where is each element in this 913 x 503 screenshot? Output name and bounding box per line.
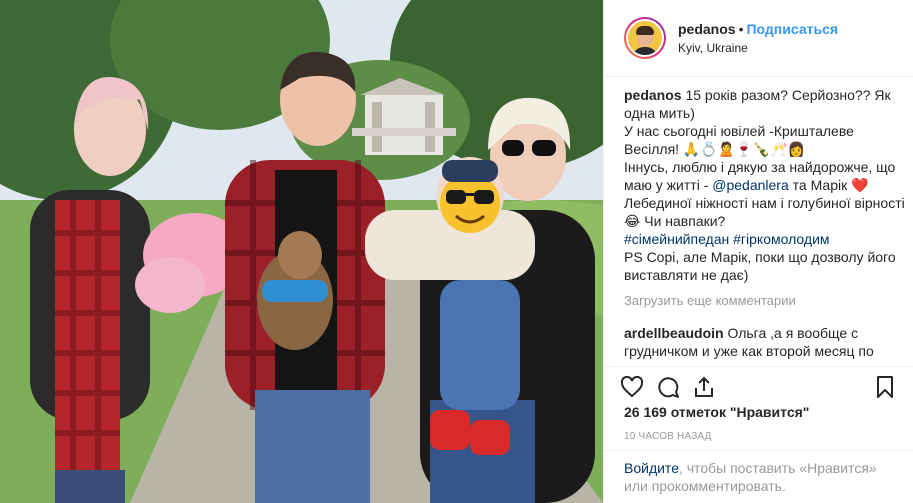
share-arrow-icon[interactable] [692,375,716,399]
post-timestamp[interactable]: 10 часов назад [624,431,712,442]
list-item: ardellbeaudoin Ольга ,а я вообще с грудн… [624,324,907,360]
family-photo-illustration [0,0,603,503]
heart-outline-icon[interactable] [620,375,644,399]
follow-button[interactable]: Подписаться [746,21,838,37]
avatar-image [626,19,664,57]
header-username[interactable]: pedanos [678,21,736,37]
action-bar [604,366,913,406]
post-sidebar: pedanos • Подписаться Kyiv, Ukraine pedano… [603,0,913,503]
post-photo[interactable] [0,0,603,503]
login-link[interactable]: Войдите [624,460,679,476]
hashtag-link[interactable]: #гіркомолодим [733,231,829,247]
caption-text-5: PS Сорі, але Марік, поки що дозволу його… [624,249,896,283]
bookmark-icon[interactable] [873,375,897,399]
location-link[interactable]: Kyiv, Ukraine [678,39,838,57]
comments-list[interactable]: pedanos 15 років разом? Серйозно?? Як од… [624,86,907,366]
caption-username[interactable]: pedanos [624,87,682,103]
avatar[interactable] [624,17,666,59]
load-more-comments-button[interactable]: Загрузить еще комментарии [624,292,907,310]
hashtag-link[interactable]: #сімейнийпедан [624,231,729,247]
caption-mention[interactable]: @pedanlera [712,177,789,193]
speech-bubble-icon[interactable] [656,375,680,399]
instagram-post: pedanos • Подписаться Kyiv, Ukraine pedano… [0,0,913,503]
post-header: pedanos • Подписаться Kyiv, Ukraine [604,0,913,77]
likes-count[interactable]: 26 169 отметок "Нравится" [624,404,809,420]
caption: pedanos 15 років разом? Серйозно?? Як од… [624,86,907,284]
comment-username[interactable]: ardellbeaudoin [624,325,724,341]
header-text: pedanos • Подписаться Kyiv, Ukraine [678,20,838,57]
login-prompt: Войдите, чтобы поставить «Нравится» или … [604,450,913,503]
header-separator: • [738,20,744,37]
caption-text-2: У нас сьогодні ювілей -Кришталеве Весілл… [624,123,854,157]
